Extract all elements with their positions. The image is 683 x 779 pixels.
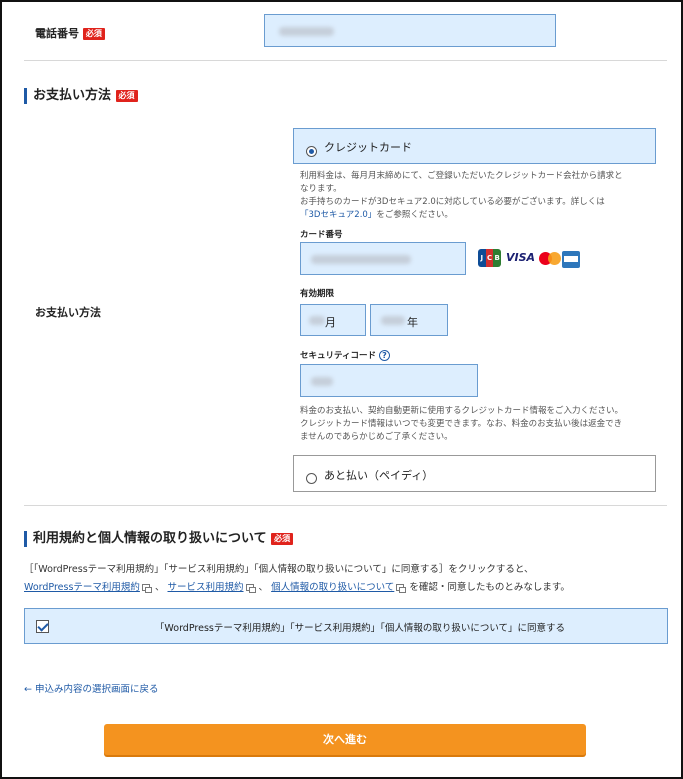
phone-input[interactable] <box>264 14 556 47</box>
agree-checkbox-label: 「WordPressテーマ利用規約」「サービス利用規約」「個人情報の取り扱いにつ… <box>154 623 566 634</box>
note-line: 利用料金は、毎月月末締めにて、ご登録いただいたクレジットカード会社から請求と <box>300 171 623 181</box>
security-code-blurred <box>311 377 333 386</box>
credit-card-note: 利用料金は、毎月月末締めにて、ご登録いただいたクレジットカード会社から請求と な… <box>300 170 662 222</box>
separator: 、 <box>258 582 269 593</box>
note-line: お手持ちのカードが3Dセキュア2.0に対応している必要がございます。詳しくは <box>300 197 605 207</box>
expiry-year-select[interactable]: 年 <box>370 304 448 336</box>
month-suffix: 月 <box>325 316 336 329</box>
divider <box>24 60 667 61</box>
visa-logo: VISA <box>506 251 536 264</box>
payment-section-title-text: お支払い方法 <box>33 88 112 103</box>
deferred-payment-option[interactable]: あと払い（ペイディ） <box>293 455 656 492</box>
next-button[interactable]: 次へ進む <box>104 724 586 755</box>
expiry-month-select[interactable]: 月 <box>300 304 366 336</box>
note-line: 料金のお支払い、契約自動更新に使用するクレジットカード情報をご入力ください。 <box>300 406 624 416</box>
required-badge: 必須 <box>82 28 105 40</box>
note-line: クレジットカード情報はいつでも変更できます。なお、料金のお支払い後は返金でき <box>300 419 623 429</box>
note-line: なります。 <box>300 184 342 194</box>
credit-card-option[interactable]: クレジットカード <box>293 128 656 164</box>
credit-card-radio[interactable] <box>306 146 317 157</box>
jcb-logo: J C B <box>478 249 502 267</box>
divider <box>24 505 667 506</box>
expiry-label: 有効期限 <box>300 289 335 299</box>
terms-section-title: 利用規約と個人情報の取り扱いについて 必須 <box>24 531 294 547</box>
card-number-label: カード番号 <box>300 230 343 240</box>
agree-checkbox-row[interactable]: 「WordPressテーマ利用規約」「サービス利用規約」「個人情報の取り扱いにつ… <box>24 608 668 644</box>
security-code-label-text: セキュリティコード <box>300 351 376 361</box>
wordpress-terms-link[interactable]: WordPressテーマ利用規約 <box>24 582 140 593</box>
phone-value-blurred <box>279 27 334 36</box>
expiry-month-blurred <box>309 316 325 325</box>
credit-card-option-label: クレジットカード <box>324 141 412 154</box>
deferred-payment-radio[interactable] <box>306 473 317 484</box>
external-window-icon <box>245 584 256 593</box>
note-line: ませんのであらかじめご了承ください。 <box>300 432 453 442</box>
required-badge: 必須 <box>271 532 294 545</box>
payment-row-label: お支払い方法 <box>35 306 101 319</box>
card-number-blurred <box>311 255 411 264</box>
security-code-label: セキュリティコード ? <box>300 349 390 361</box>
service-terms-link[interactable]: サービス利用規約 <box>168 582 244 593</box>
3d-secure-link[interactable]: 「3Dセキュア2.0」 <box>300 210 376 220</box>
help-icon[interactable]: ? <box>378 350 390 361</box>
terms-text: ［「WordPressテーマ利用規約」「サービス利用規約」「個人情報の取り扱いに… <box>24 561 674 597</box>
required-badge: 必須 <box>115 89 138 102</box>
terms-tail-text: を確認・同意したものとみなします。 <box>409 582 570 593</box>
expiry-year-blurred <box>381 316 405 325</box>
back-link[interactable]: ← 申込み内容の選択画面に戻る <box>24 681 158 695</box>
note-line: 「3Dセキュア2.0」をご参照ください。 <box>300 209 662 222</box>
external-window-icon <box>396 584 407 593</box>
credit-card-note-2: 料金のお支払い、契約自動更新に使用するクレジットカード情報をご入力ください。 ク… <box>300 405 662 444</box>
phone-label: 電話番号 必須 <box>35 25 105 41</box>
privacy-link[interactable]: 個人情報の取り扱いについて <box>271 582 394 593</box>
mastercard-logo <box>539 252 561 266</box>
phone-label-text: 電話番号 <box>35 27 79 40</box>
amex-logo <box>562 251 580 268</box>
note-text: をご参照ください。 <box>376 210 453 220</box>
external-window-icon <box>141 584 152 593</box>
deferred-payment-label: あと払い（ペイディ） <box>324 469 434 482</box>
terms-section-title-text: 利用規約と個人情報の取り扱いについて <box>33 531 267 546</box>
separator: 、 <box>154 582 165 593</box>
payment-section-title: お支払い方法 必須 <box>24 88 138 104</box>
terms-text-line: ［「WordPressテーマ利用規約」「サービス利用規約」「個人情報の取り扱いに… <box>24 564 534 575</box>
card-number-input[interactable] <box>300 242 466 275</box>
security-code-input[interactable] <box>300 364 478 397</box>
terms-text-line: WordPressテーマ利用規約 、 サービス利用規約 、 個人情報の取り扱いに… <box>24 579 674 597</box>
year-suffix: 年 <box>407 316 418 329</box>
agree-checkbox[interactable] <box>36 620 49 633</box>
